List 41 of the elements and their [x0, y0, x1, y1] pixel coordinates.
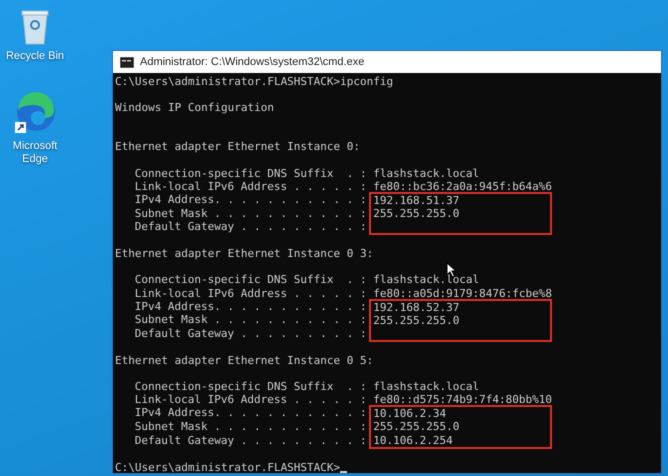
- property-value: 192.168.51.37: [373, 194, 460, 207]
- property-label: Connection-specific DNS Suffix . :: [134, 380, 368, 394]
- property-label: Subnet Mask . . . . . . . . . . . :: [134, 206, 368, 220]
- property-label: Subnet Mask . . . . . . . . . . . :: [134, 313, 368, 326]
- adapter-header: Ethernet adapter Ethernet Instance 0:: [115, 140, 362, 154]
- property-value: 10.106.2.254: [373, 434, 454, 447]
- console-heading: Windows IP Configuration: [115, 101, 275, 114]
- property-value: 192.168.52.37: [373, 300, 460, 314]
- swirl-app-icon[interactable]: [14, 92, 56, 136]
- adapter-header: Ethernet adapter Ethernet Instance 0 3:: [115, 247, 374, 260]
- property-value: 255.255.255.0: [373, 314, 460, 327]
- property-value: fe80::d575:74b9:7f4:80bb%10: [373, 393, 552, 406]
- console-icon: [120, 56, 134, 68]
- property-label: Link-local IPv6 Address . . . . . :: [134, 286, 368, 300]
- property-label: IPv4 Address. . . . . . . . . . . :: [134, 406, 368, 420]
- property-value: flashstack.local: [373, 166, 480, 180]
- desktop-icon-label[interactable]: Microsoft Edge: [5, 140, 65, 166]
- desktop-icon-label[interactable]: Recycle Bin: [5, 50, 65, 63]
- property-label: Default Gateway . . . . . . . . . :: [134, 327, 368, 340]
- window-title: Administrator: C:\Windows\system32\cmd.exe: [140, 56, 364, 68]
- property-value: fe80::bc36:2a0a:945f:b64a%6: [373, 180, 552, 193]
- property-label: Connection-specific DNS Suffix . :: [134, 166, 368, 180]
- adapter-header: Ethernet adapter Ethernet Instance 0 5:: [115, 354, 374, 368]
- recycle-bin-icon[interactable]: [20, 8, 50, 46]
- property-label: Link-local IPv6 Address . . . . . :: [134, 393, 368, 406]
- text-cursor: [340, 470, 348, 473]
- property-label: Link-local IPv6 Address . . . . . :: [134, 180, 368, 193]
- property-value: 10.106.2.34: [373, 407, 448, 420]
- property-label: Default Gateway . . . . . . . . . :: [134, 434, 368, 447]
- property-value: 255.255.255.0: [373, 206, 460, 220]
- property-label: IPv4 Address. . . . . . . . . . . :: [134, 300, 368, 313]
- property-value: fe80::a05d:9179:8476:fcbe%8: [373, 286, 552, 300]
- property-value: 255.255.255.0: [373, 420, 460, 434]
- property-label: IPv4 Address. . . . . . . . . . . :: [134, 192, 368, 206]
- property-value: flashstack.local: [373, 380, 480, 394]
- command-prompt-line: C:\Users\administrator.FLASHSTACK>: [115, 460, 340, 474]
- property-label: Subnet Mask . . . . . . . . . . . :: [134, 420, 368, 434]
- property-label: Connection-specific DNS Suffix . :: [134, 273, 368, 286]
- property-label: Default Gateway . . . . . . . . . :: [134, 220, 368, 234]
- command-prompt-line: C:\Users\administrator.FLASHSTACK>ipconfig: [115, 75, 394, 88]
- property-value: flashstack.local: [373, 273, 480, 286]
